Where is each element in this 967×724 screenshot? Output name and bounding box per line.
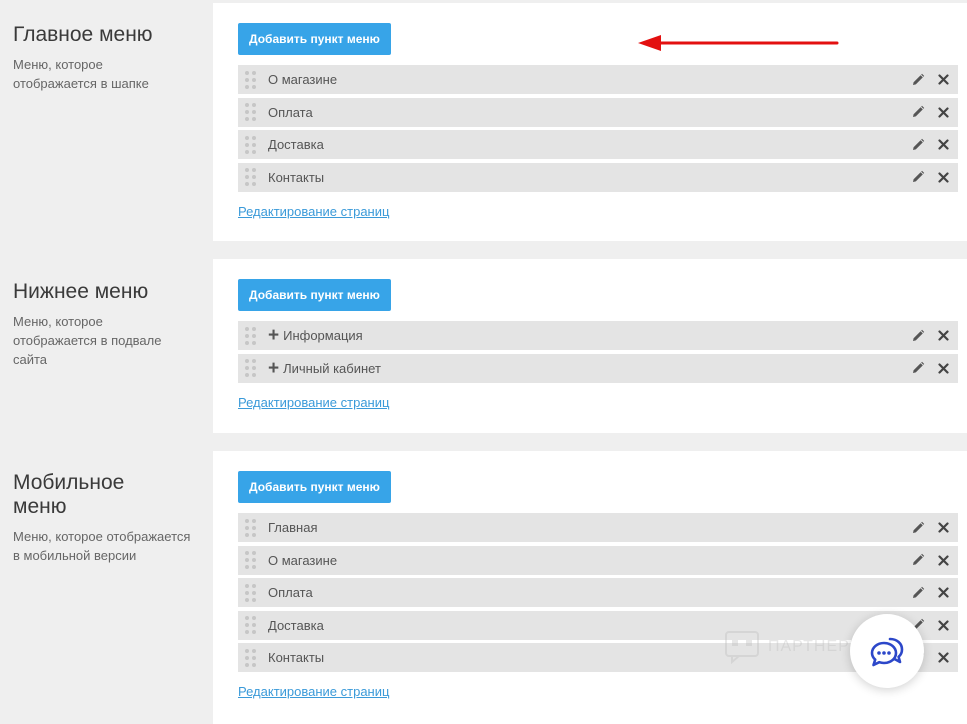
watermark-logo-icon <box>725 631 759 664</box>
close-icon[interactable] <box>938 171 949 183</box>
section-title: Мобильное меню <box>13 471 125 518</box>
pencil-icon[interactable] <box>911 521 925 535</box>
section-description: Меню, которое отображается в подвале сай… <box>13 314 162 367</box>
close-icon[interactable] <box>938 554 949 566</box>
menu-items-list: О магазине Оплата Доставка Контакты <box>238 65 958 195</box>
pencil-icon[interactable] <box>911 170 925 184</box>
menu-item-label: Контакты <box>268 169 325 185</box>
close-icon[interactable] <box>938 330 949 341</box>
add-menu-item-button[interactable]: Добавить пункт меню <box>238 23 391 55</box>
close-icon[interactable] <box>938 587 949 598</box>
menu-item-label: Доставка <box>268 617 324 633</box>
footer-menu-panel: Добавить пункт меню + Информация + Личны… <box>213 259 967 433</box>
section-description: Меню, которое отображается в мобильной в… <box>13 529 191 563</box>
drag-handle-icon[interactable] <box>245 103 257 121</box>
menu-item-label: Личный кабинет <box>283 360 381 376</box>
menu-items-list: + Информация + Личный кабинет <box>238 321 958 386</box>
menu-item-label: Оплата <box>268 585 313 600</box>
pencil-icon[interactable] <box>911 105 925 119</box>
close-icon[interactable] <box>938 522 949 533</box>
chat-bubbles-icon <box>870 637 904 667</box>
chat-widget-button[interactable] <box>850 614 924 688</box>
pencil-icon[interactable] <box>911 73 925 87</box>
mobile-menu-panel: Добавить пункт меню Главная О магазине О… <box>213 451 967 724</box>
pencil-icon[interactable] <box>911 138 925 152</box>
drag-handle-icon[interactable] <box>245 135 257 154</box>
menu-item[interactable]: + Информация <box>238 321 958 350</box>
pencil-icon[interactable] <box>911 553 925 567</box>
menu-item[interactable]: О магазине <box>238 545 958 575</box>
plus-icon[interactable]: + <box>268 359 279 378</box>
drag-handle-icon[interactable] <box>245 583 257 602</box>
pencil-icon[interactable] <box>911 586 925 600</box>
close-icon[interactable] <box>938 362 949 374</box>
drag-handle-icon[interactable] <box>245 551 257 569</box>
menu-item-label: Контакты <box>268 650 325 665</box>
section-mobile-menu-label: Мобильное меню Меню, которое отображаетс… <box>13 471 203 565</box>
section-description: Меню, которое отображается в шапке <box>13 57 149 91</box>
section-main-menu-label: Главное меню Меню, которое отображается … <box>13 23 203 93</box>
add-menu-item-button[interactable]: Добавить пункт меню <box>238 279 391 311</box>
drag-handle-icon[interactable] <box>245 326 257 345</box>
menu-item[interactable]: Доставка <box>238 130 958 159</box>
edit-pages-link[interactable]: Редактирование страниц <box>238 204 389 219</box>
close-icon[interactable] <box>938 652 949 663</box>
edit-pages-link[interactable]: Редактирование страниц <box>238 395 389 410</box>
drag-handle-icon[interactable] <box>245 168 257 186</box>
drag-handle-icon[interactable] <box>245 359 257 377</box>
menu-item-label: Доставка <box>268 137 324 152</box>
menu-item-label: О магазине <box>268 552 338 568</box>
add-menu-item-button[interactable]: Добавить пункт меню <box>238 471 391 503</box>
drag-handle-icon[interactable] <box>245 518 257 537</box>
pencil-icon[interactable] <box>911 361 925 375</box>
menu-item[interactable]: Главная <box>238 513 958 542</box>
menu-item-label: Оплата <box>268 104 313 120</box>
menu-item-label: Информация <box>283 328 363 343</box>
drag-handle-icon[interactable] <box>245 616 257 634</box>
menu-item-label: Главная <box>268 520 318 535</box>
pencil-icon[interactable] <box>911 329 925 343</box>
menu-item[interactable]: О магазине <box>238 65 958 94</box>
menu-item-label: О магазине <box>268 72 338 87</box>
close-icon[interactable] <box>938 139 949 150</box>
drag-handle-icon[interactable] <box>245 70 257 89</box>
edit-pages-link[interactable]: Редактирование страниц <box>238 684 389 699</box>
close-icon[interactable] <box>938 106 949 118</box>
red-arrow-annotation <box>638 35 839 51</box>
menu-item[interactable]: Оплата <box>238 97 958 127</box>
close-icon[interactable] <box>938 619 949 631</box>
section-title: Нижнее меню <box>13 280 149 303</box>
drag-handle-icon[interactable] <box>245 648 257 667</box>
section-title: Главное меню <box>13 23 153 46</box>
menu-item[interactable]: Оплата <box>238 578 958 607</box>
main-menu-panel: Добавить пункт меню О магазине Оплата До… <box>213 3 967 241</box>
plus-icon[interactable]: + <box>268 326 279 345</box>
menu-item[interactable]: Контакты <box>238 162 958 192</box>
section-footer-menu-label: Нижнее меню Меню, которое отображается в… <box>13 280 203 369</box>
close-icon[interactable] <box>938 74 949 85</box>
menu-item[interactable]: + Личный кабинет <box>238 353 958 383</box>
